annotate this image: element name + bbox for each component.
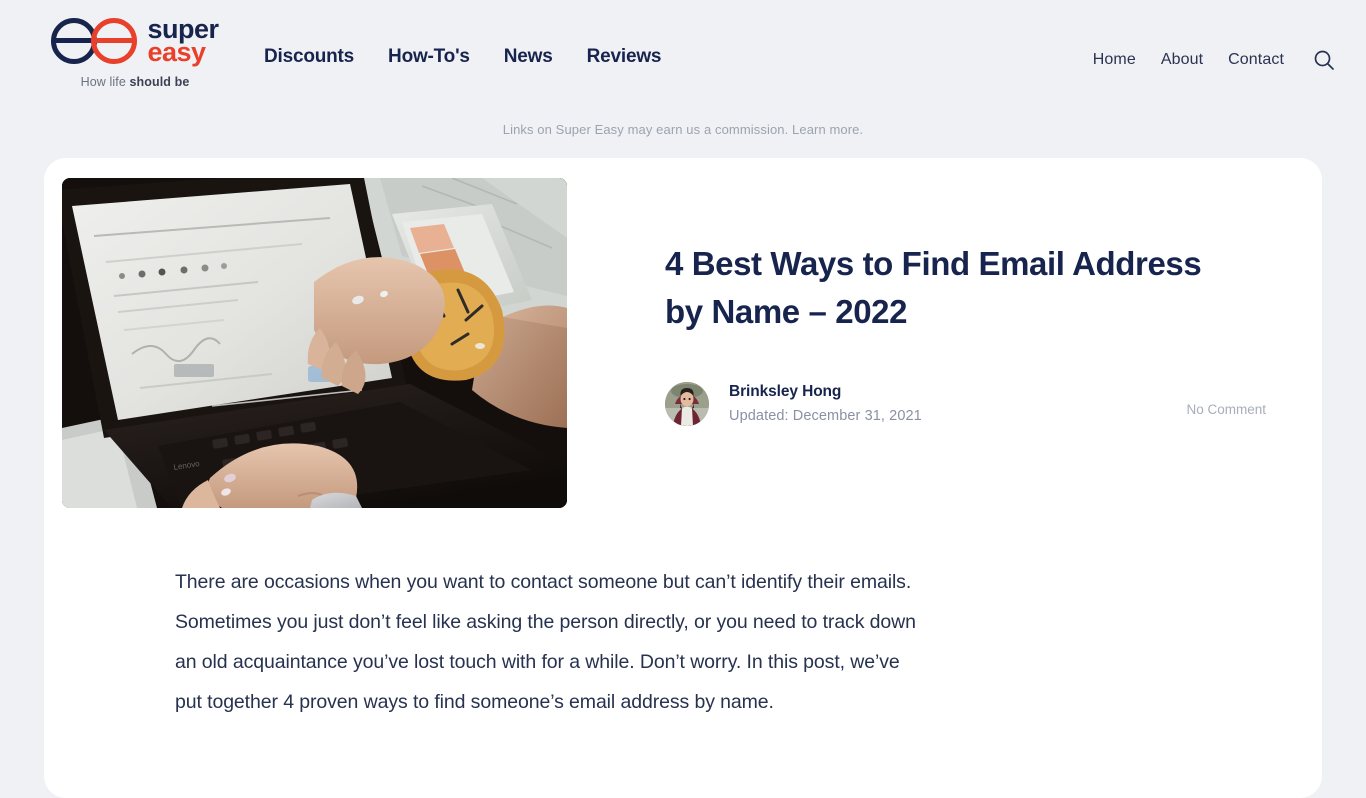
nav-item-about[interactable]: About <box>1161 51 1203 69</box>
byline: Brinksley Hong Updated: December 31, 202… <box>665 381 1266 426</box>
nav-item-news[interactable]: News <box>504 46 553 68</box>
avatar-photo <box>665 381 709 426</box>
nav-item-contact[interactable]: Contact <box>1228 51 1284 69</box>
intro-paragraph: There are occasions when you want to con… <box>175 571 916 713</box>
disclaimer-text: Links on Super Easy may earn us a commis… <box>502 122 793 137</box>
superEasy-double-e-logo-icon <box>51 18 139 65</box>
updated-date: Updated: December 31, 2021 <box>729 408 922 425</box>
nav-item-home[interactable]: Home <box>1093 51 1136 69</box>
article-card: Lenovo 4 Best Ways to Find Email Address… <box>44 158 1322 798</box>
comment-count[interactable]: No Comment <box>1186 402 1266 417</box>
logo-word-easy: easy <box>147 37 206 68</box>
nav-item-reviews[interactable]: Reviews <box>587 46 662 68</box>
hero-image-illustration: Lenovo <box>62 178 567 508</box>
page-title: 4 Best Ways to Find Email Address by Nam… <box>665 245 1202 330</box>
byline-text: Brinksley Hong Updated: December 31, 202… <box>729 383 922 424</box>
nav-item-how-tos[interactable]: How-To's <box>388 46 470 68</box>
logo-tagline: How life should be <box>81 75 190 89</box>
tagline-bold: should be <box>129 75 190 90</box>
learn-more-link[interactable]: Learn more. <box>792 122 863 137</box>
search-button[interactable] <box>1312 48 1336 72</box>
hero-image: Lenovo <box>62 178 567 508</box>
site-header: super easy How life should be Discounts … <box>0 0 1366 114</box>
nav-item-discounts[interactable]: Discounts <box>264 46 354 68</box>
logo-row: super easy <box>51 15 219 68</box>
secondary-navigation: Home About Contact <box>1093 0 1336 72</box>
article-body: There are occasions when you want to con… <box>44 508 924 723</box>
avatar[interactable] <box>665 381 709 426</box>
post-heading-block: 4 Best Ways to Find Email Address by Nam… <box>567 178 1304 508</box>
author-name[interactable]: Brinksley Hong <box>729 383 922 401</box>
site-logo[interactable]: super easy How life should be <box>40 0 230 89</box>
search-icon <box>1314 50 1334 70</box>
affiliate-disclaimer: Links on Super Easy may earn us a commis… <box>0 114 1366 137</box>
logo-wordmark: super easy <box>147 15 219 68</box>
post-header-row: Lenovo 4 Best Ways to Find Email Address… <box>44 158 1322 508</box>
primary-navigation: Discounts How-To's News Reviews <box>264 0 661 68</box>
tagline-regular: How life <box>80 75 130 90</box>
